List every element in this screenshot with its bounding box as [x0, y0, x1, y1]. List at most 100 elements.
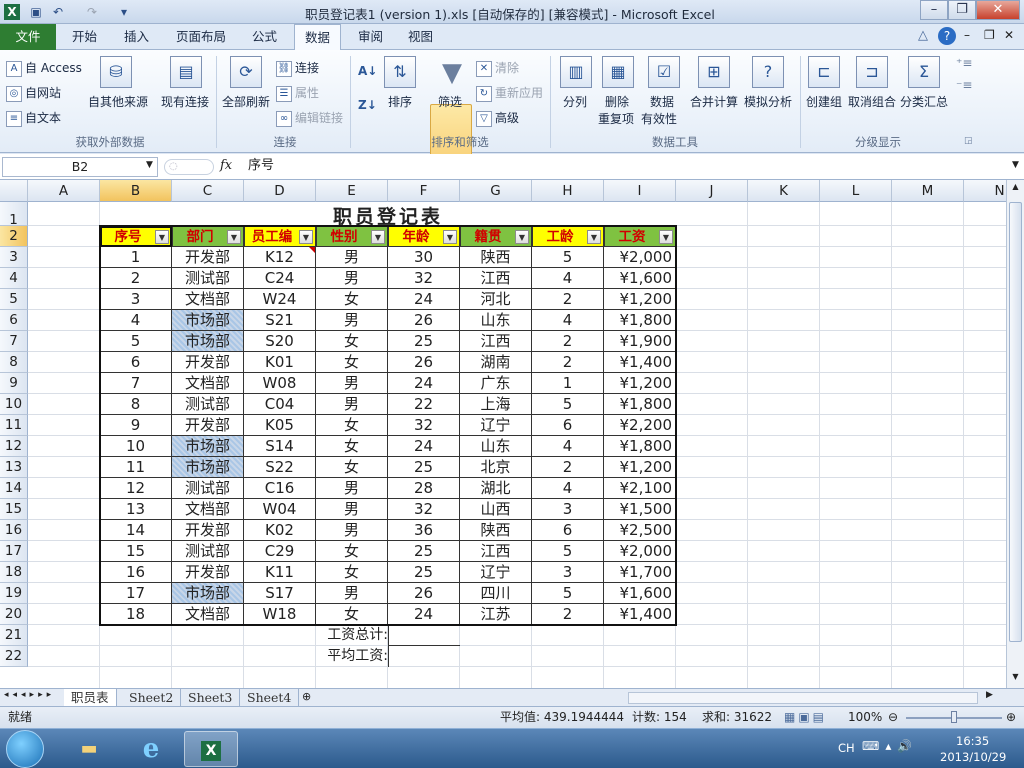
worksheet-grid[interactable]: A B C D E F G H I J K L M N 1 2 3 4 5 6 7 8 9 10 11 12 13 14 15 16 17 1…	[0, 180, 1006, 688]
name-box[interactable]: B2	[2, 157, 158, 177]
row-header-16[interactable]: 16	[0, 520, 28, 541]
hide-detail-icon[interactable]: ⁻≡	[956, 78, 972, 92]
start-button[interactable]	[6, 730, 44, 768]
row-header-9[interactable]: 9	[0, 373, 28, 394]
doc-close-icon[interactable]: ✕	[1004, 28, 1014, 42]
average-value-cell[interactable]	[388, 646, 460, 667]
column-header-d[interactable]: D	[244, 180, 316, 202]
insert-function-icon[interactable]: fx	[220, 158, 232, 173]
column-header-h[interactable]: H	[532, 180, 604, 202]
sheet-tab-3[interactable]: Sheet3	[181, 689, 241, 707]
doc-restore-icon[interactable]: ❐	[984, 28, 995, 42]
refresh-all-button[interactable]: 全部刷新	[222, 93, 270, 110]
text-to-columns-button[interactable]: 分列	[563, 93, 587, 110]
file-explorer-icon[interactable]: ▬	[62, 731, 116, 767]
row-header-13[interactable]: 13	[0, 457, 28, 478]
total-value-cell[interactable]	[388, 625, 460, 646]
edit-links-button[interactable]: ∞ 编辑链接	[276, 109, 343, 127]
column-header-b[interactable]: B	[100, 180, 172, 202]
scroll-down-icon[interactable]: ▼	[1009, 672, 1022, 684]
ungroup-button[interactable]: 取消组合	[848, 93, 896, 110]
row-header-18[interactable]: 18	[0, 562, 28, 583]
doc-minimize-icon[interactable]: –	[964, 28, 970, 42]
tray-icons[interactable]: ⌨▴🔊	[862, 739, 918, 753]
tab-view[interactable]: 视图	[398, 24, 443, 50]
sort-desc-icon[interactable]: Z↓	[358, 98, 377, 112]
row-header-17[interactable]: 17	[0, 541, 28, 562]
select-all-corner[interactable]	[0, 180, 28, 202]
row-header-5[interactable]: 5	[0, 289, 28, 310]
clear-filter-button[interactable]: ✕ 清除	[476, 59, 519, 77]
zoom-level[interactable]: 100%	[848, 707, 882, 728]
row-header-12[interactable]: 12	[0, 436, 28, 457]
column-header-f[interactable]: F	[388, 180, 460, 202]
column-header-m[interactable]: M	[892, 180, 964, 202]
redo-icon[interactable]: ↷	[84, 4, 100, 20]
row-header-3[interactable]: 3	[0, 247, 28, 268]
insert-sheet-icon[interactable]: ⊕	[302, 690, 311, 703]
tab-file[interactable]: 文件	[0, 24, 56, 50]
tab-page-layout[interactable]: 页面布局	[166, 24, 236, 50]
formula-bar-resize-handle[interactable]: ◌	[164, 159, 214, 175]
zoom-out-icon[interactable]: ⊖	[888, 707, 898, 728]
row-header-7[interactable]: 7	[0, 331, 28, 352]
reapply-button[interactable]: ↻ 重新应用	[476, 84, 543, 102]
existing-connections-button[interactable]: 现有连接	[161, 93, 209, 110]
row-header-4[interactable]: 4	[0, 268, 28, 289]
remove-duplicates-button[interactable]: 删除	[605, 93, 629, 110]
tab-data[interactable]: 数据	[294, 24, 342, 51]
minimize-button[interactable]: –	[920, 0, 948, 20]
from-access-button[interactable]: A自 Access	[6, 59, 82, 77]
scroll-right-icon[interactable]: ▶	[986, 690, 993, 700]
row-header-2[interactable]: 2	[0, 226, 28, 247]
restore-button[interactable]: ❐	[948, 0, 976, 20]
data-validation-button[interactable]: 数据	[650, 93, 674, 110]
name-box-dropdown-icon[interactable]: ▼	[146, 160, 153, 170]
sheet-nav-icons[interactable]: ◂◂◂▸▸▸	[4, 690, 55, 700]
help-icon[interactable]: ?	[938, 27, 956, 45]
row-header-8[interactable]: 8	[0, 352, 28, 373]
row-header-6[interactable]: 6	[0, 310, 28, 331]
column-header-c[interactable]: C	[172, 180, 244, 202]
dialog-launcher-icon[interactable]: ◲	[964, 136, 973, 146]
properties-button[interactable]: ☰ 属性	[276, 84, 319, 102]
ie-icon[interactable]: e	[124, 731, 178, 767]
clock-date[interactable]: 2013/10/29	[940, 750, 1006, 764]
save-icon[interactable]: ▣	[28, 4, 44, 20]
other-sources-button[interactable]: 自其他来源	[88, 93, 148, 110]
connections-button[interactable]: ⛓ 连接	[276, 59, 319, 77]
column-header-k[interactable]: K	[748, 180, 820, 202]
tab-formulas[interactable]: 公式	[242, 24, 287, 50]
row-header-10[interactable]: 10	[0, 394, 28, 415]
subtotal-button[interactable]: 分类汇总	[900, 93, 948, 110]
what-if-button[interactable]: 模拟分析	[744, 93, 792, 110]
column-header-l[interactable]: L	[820, 180, 892, 202]
consolidate-button[interactable]: 合并计算	[690, 93, 738, 110]
zoom-in-icon[interactable]: ⊕	[1006, 707, 1016, 728]
column-header-a[interactable]: A	[28, 180, 100, 202]
column-header-n[interactable]: N	[964, 180, 1006, 202]
excel-taskbar-icon[interactable]: X	[184, 731, 238, 767]
input-language[interactable]: CH	[838, 741, 855, 755]
column-header-e[interactable]: E	[316, 180, 388, 202]
scroll-up-icon[interactable]: ▲	[1009, 182, 1022, 194]
tab-review[interactable]: 审阅	[348, 24, 393, 50]
horizontal-scrollbar[interactable]	[628, 692, 978, 704]
sort-button[interactable]: 排序	[388, 93, 412, 110]
excel-icon[interactable]: X	[4, 4, 20, 20]
sheet-tab-2[interactable]: Sheet2	[122, 689, 182, 707]
tab-home[interactable]: 开始	[62, 24, 107, 50]
customize-qat-icon[interactable]: ▾	[116, 4, 132, 20]
view-buttons-icon[interactable]: ▦▣▤	[784, 707, 827, 728]
advanced-filter-button[interactable]: ▽ 高级	[476, 109, 519, 127]
column-header-i[interactable]: I	[604, 180, 676, 202]
vertical-scrollbar[interactable]: ▲ ▼	[1006, 180, 1024, 688]
expand-formula-icon[interactable]: ▼	[1012, 160, 1019, 170]
row-header-11[interactable]: 11	[0, 415, 28, 436]
row-header-19[interactable]: 19	[0, 583, 28, 604]
zoom-slider-thumb[interactable]	[951, 711, 957, 723]
from-text-button[interactable]: ≡ 自文本	[6, 109, 61, 127]
from-web-button[interactable]: ◎ 自网站	[6, 84, 61, 102]
sort-asc-icon[interactable]: A↓	[358, 64, 377, 78]
row-header-14[interactable]: 14	[0, 478, 28, 499]
